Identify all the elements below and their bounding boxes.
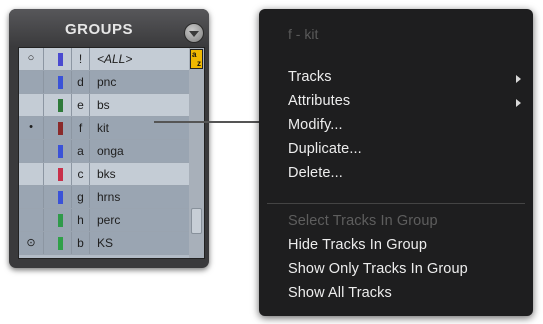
column-divider [43, 209, 44, 231]
group-name: bs [97, 98, 110, 112]
group-status-indicator[interactable]: ⊙ [19, 236, 43, 249]
column-divider [43, 71, 44, 93]
menu-item-tracks[interactable]: Tracks [288, 69, 332, 85]
group-row[interactable]: g hrns [19, 186, 189, 209]
column-divider [89, 71, 90, 93]
column-divider [43, 163, 44, 185]
groups-menu-button[interactable] [184, 23, 204, 43]
group-row[interactable]: ○! <ALL> [19, 48, 189, 71]
group-name: hrns [97, 190, 121, 204]
column-divider [43, 48, 44, 70]
group-context-menu: f - kit Tracks Attributes Modify... Duplica… [259, 9, 533, 316]
group-color-swatch [58, 76, 63, 89]
group-row[interactable]: c bks [19, 163, 189, 186]
column-divider [89, 232, 90, 254]
callout-line [154, 121, 259, 123]
groups-panel-title: GROUPS [64, 21, 133, 38]
menu-item-hide-tracks-in-group[interactable]: Hide Tracks In Group [288, 237, 427, 253]
sort-badge-top: a [192, 50, 197, 59]
group-name: <ALL> [97, 52, 133, 66]
menu-item-select-tracks-in-group: Select Tracks In Group [288, 213, 438, 229]
group-status-indicator[interactable]: ○ [19, 52, 43, 64]
group-list: ○! <ALL> d pnc e bs • f kit a onga c bks g hrns h perc ⊙ b… [18, 47, 205, 259]
menu-item-attributes[interactable]: Attributes [288, 93, 350, 109]
group-name: perc [97, 213, 121, 227]
column-divider [89, 163, 90, 185]
menu-item-duplicate[interactable]: Duplicate... [288, 141, 362, 157]
group-id: d [77, 75, 84, 89]
sort-badge-bottom: z [197, 59, 201, 68]
group-color-swatch [58, 214, 63, 227]
group-name: onga [97, 144, 124, 158]
group-id: f [78, 121, 83, 135]
group-color-swatch [58, 145, 63, 158]
column-divider [89, 140, 90, 162]
sort-badge-icon[interactable]: a z [190, 49, 203, 69]
group-name: pnc [97, 75, 117, 89]
menu-item-delete[interactable]: Delete... [288, 165, 343, 181]
group-id: a [77, 144, 84, 158]
group-color-swatch [58, 122, 63, 135]
menu-title: f - kit [288, 26, 319, 42]
column-divider [43, 117, 44, 139]
group-row[interactable]: ⊙ b KS [19, 232, 189, 255]
group-list-scrollbar[interactable]: a z [189, 48, 204, 258]
column-divider [89, 94, 90, 116]
column-divider [43, 186, 44, 208]
column-divider [43, 232, 44, 254]
menu-item-show-only-tracks-in-group[interactable]: Show Only Tracks In Group [288, 261, 468, 277]
group-color-swatch [58, 237, 63, 250]
submenu-arrow-icon [516, 99, 521, 107]
group-id: ! [78, 52, 83, 66]
group-id: g [77, 190, 84, 204]
column-divider [89, 209, 90, 231]
group-id: b [77, 236, 84, 250]
column-divider [89, 117, 90, 139]
group-row[interactable]: d pnc [19, 71, 189, 94]
group-row[interactable]: a onga [19, 140, 189, 163]
group-id: h [77, 213, 84, 227]
groups-panel-header: GROUPS [9, 9, 209, 47]
group-row[interactable]: h perc [19, 209, 189, 232]
menu-item-show-all-tracks[interactable]: Show All Tracks [288, 285, 392, 301]
group-color-swatch [58, 53, 63, 66]
column-divider [89, 48, 90, 70]
group-id: e [77, 98, 84, 112]
group-name: kit [97, 121, 109, 135]
scroll-thumb[interactable] [191, 208, 202, 234]
submenu-arrow-icon [516, 75, 521, 83]
group-color-swatch [58, 99, 63, 112]
menu-divider [267, 203, 525, 204]
group-row[interactable]: e bs [19, 94, 189, 117]
group-name: bks [97, 167, 116, 181]
group-status-indicator[interactable]: • [19, 121, 43, 133]
groups-panel: GROUPS ○! <ALL> d pnc e bs • f kit a onga c bks g hrns… [9, 9, 209, 268]
column-divider [43, 94, 44, 116]
group-color-swatch [58, 168, 63, 181]
column-divider [43, 140, 44, 162]
group-id: c [77, 167, 84, 181]
group-name: KS [97, 236, 114, 250]
group-color-swatch [58, 191, 63, 204]
column-divider [89, 186, 90, 208]
menu-item-modify[interactable]: Modify... [288, 117, 343, 133]
